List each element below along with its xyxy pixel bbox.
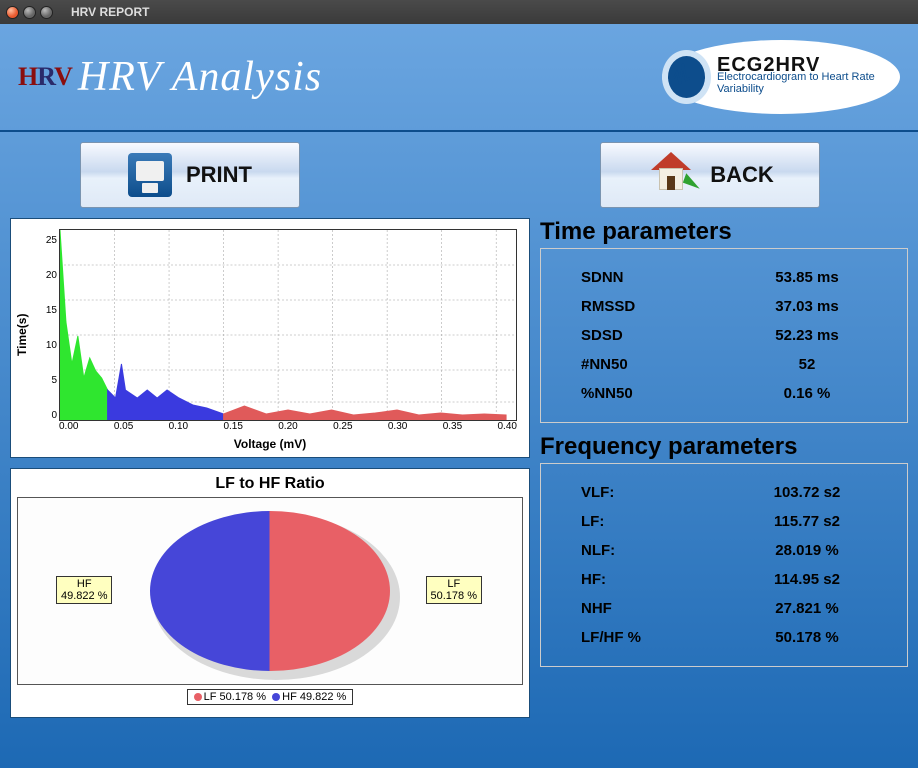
- save-diskette-icon: [128, 153, 172, 197]
- pie-hf-label: HF49.822 %: [56, 576, 112, 604]
- header: HRV HRV Analysis ECG2HRV Electrocardiogr…: [0, 24, 918, 132]
- param-row: LF:115.77 s2: [581, 507, 897, 536]
- ecg2hrv-logo: ECG2HRV Electrocardiogram to Heart Rate …: [662, 40, 900, 114]
- time-params-title: Time parameters: [540, 218, 908, 246]
- window-titlebar: HRV REPORT: [0, 0, 918, 24]
- content: Time(s) 0 5 10 15 20 25: [0, 218, 918, 732]
- time-params-box: SDNN53.85 ms RMSSD37.03 ms SDSD52.23 ms …: [540, 248, 908, 423]
- param-row: NLF:28.019 %: [581, 536, 897, 565]
- param-row: %NN500.16 %: [581, 379, 897, 408]
- right-column: Time parameters SDNN53.85 ms RMSSD37.03 …: [540, 218, 908, 718]
- param-row: LF/HF %50.178 %: [581, 623, 897, 652]
- param-row: SDNN53.85 ms: [581, 263, 897, 292]
- toolbar: PRINT BACK: [0, 132, 918, 218]
- spectrum-ylabel: Time(s): [15, 314, 29, 356]
- header-left: HRV HRV Analysis: [18, 53, 322, 101]
- pie-plot-area: HF49.822 % LF50.178 %: [17, 497, 523, 685]
- pie-lf-label: LF50.178 %: [426, 576, 482, 604]
- pie-legend: LF 50.178 % HF 49.822 %: [17, 689, 523, 705]
- home-icon: [646, 154, 696, 196]
- pie-chart: LF to HF Ratio HF49.822 % LF50.178 % LF …: [10, 468, 530, 718]
- hrv-logo: HRV: [18, 62, 72, 92]
- brand-text: ECG2HRV Electrocardiogram to Heart Rate …: [717, 59, 900, 95]
- page-title: HRV Analysis: [78, 53, 322, 101]
- spectrum-xlabel: Voltage (mV): [11, 437, 529, 451]
- ecg-wave-icon: [662, 50, 711, 104]
- spectrum-yaxis: 0 5 10 15 20 25: [31, 227, 57, 421]
- minimize-icon[interactable]: [23, 6, 36, 19]
- left-column: Time(s) 0 5 10 15 20 25: [10, 218, 530, 718]
- freq-params-box: VLF:103.72 s2 LF:115.77 s2 NLF:28.019 % …: [540, 463, 908, 667]
- print-button-label: PRINT: [186, 162, 252, 188]
- close-icon[interactable]: [6, 6, 19, 19]
- param-row: SDSD52.23 ms: [581, 321, 897, 350]
- param-row: VLF:103.72 s2: [581, 478, 897, 507]
- brand-main: ECG2HRV: [717, 59, 900, 71]
- param-row: RMSSD37.03 ms: [581, 292, 897, 321]
- pie-title: LF to HF Ratio: [17, 475, 523, 493]
- spectrum-plot-area: [59, 229, 517, 421]
- back-button[interactable]: BACK: [600, 142, 820, 208]
- back-button-label: BACK: [710, 162, 774, 188]
- param-row: #NN5052: [581, 350, 897, 379]
- spectrum-chart: Time(s) 0 5 10 15 20 25: [10, 218, 530, 458]
- maximize-icon[interactable]: [40, 6, 53, 19]
- legend-lf: LF 50.178 %: [204, 691, 266, 703]
- window-title: HRV REPORT: [71, 5, 149, 19]
- brand-sub: Electrocardiogram to Heart Rate Variabil…: [717, 71, 875, 95]
- app-body: HRV HRV Analysis ECG2HRV Electrocardiogr…: [0, 24, 918, 768]
- legend-hf: HF 49.822 %: [282, 691, 346, 703]
- print-button[interactable]: PRINT: [80, 142, 300, 208]
- spectrum-xaxis: 0.000.05 0.100.15 0.200.25 0.300.35 0.40: [59, 421, 517, 435]
- freq-params-title: Frequency parameters: [540, 433, 908, 461]
- param-row: HF:114.95 s2: [581, 565, 897, 594]
- param-row: NHF27.821 %: [581, 594, 897, 623]
